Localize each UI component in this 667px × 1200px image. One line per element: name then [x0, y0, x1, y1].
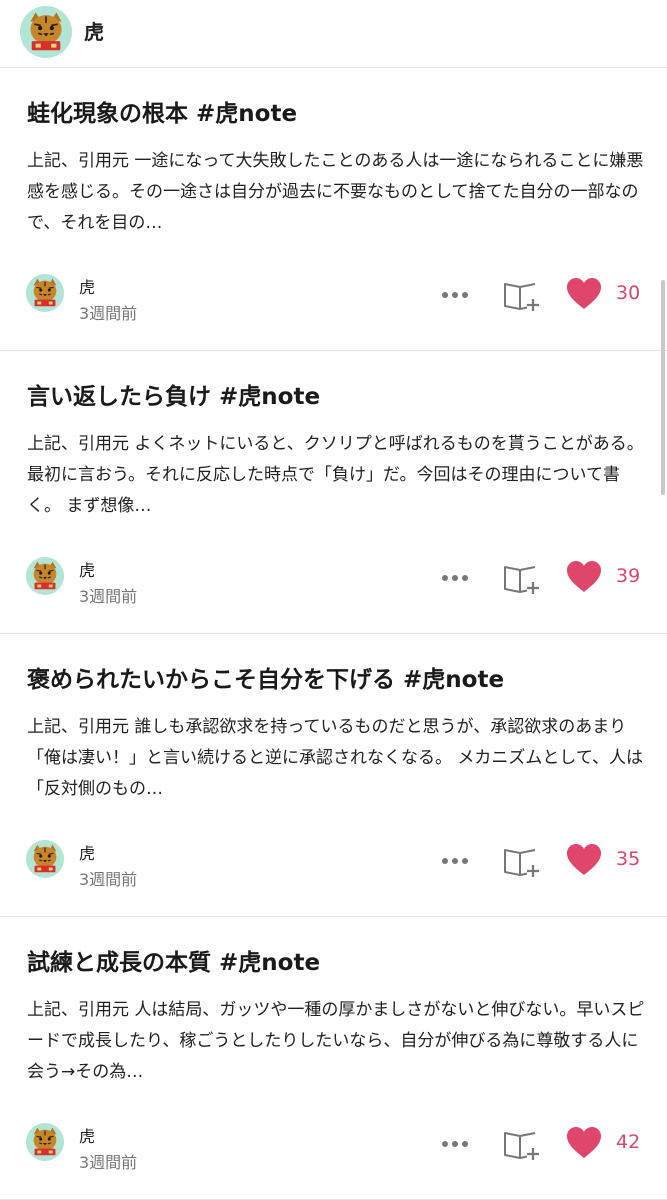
publish-time: 3週間前: [79, 304, 138, 323]
like-heart-icon[interactable]: [566, 277, 602, 311]
article-title[interactable]: 蛙化現象の根本 #虎note: [27, 94, 647, 128]
creator-header: 虎: [0, 0, 667, 68]
creator-avatar[interactable]: [20, 6, 72, 58]
author-avatar[interactable]: [26, 274, 64, 312]
author-name[interactable]: 虎: [79, 557, 95, 581]
author-avatar[interactable]: [26, 1123, 64, 1161]
add-to-magazine-icon[interactable]: [503, 562, 541, 596]
publish-time: 3週間前: [79, 870, 138, 889]
article-excerpt[interactable]: 上記、引用元 よくネットにいると、クソリプと呼ばれるものを貰うことがある。 最初…: [27, 429, 647, 522]
article-card[interactable]: 言い返したら負け #虎note 上記、引用元 よくネットにいると、クソリプと呼ば…: [0, 351, 667, 634]
author-name[interactable]: 虎: [79, 274, 95, 298]
tiger-avatar-icon: [26, 840, 64, 878]
article-footer: 虎 3週間前 42: [0, 1119, 667, 1172]
article-excerpt[interactable]: 上記、引用元 人は結局、ガッツや一種の厚かましさがないと伸びない。早いスピードで…: [27, 995, 647, 1088]
add-to-magazine-icon[interactable]: [503, 279, 541, 313]
more-options-icon[interactable]: [440, 850, 470, 872]
article-excerpt[interactable]: 上記、引用元 誰しも承認欲求を持っているものだと思うが、承認欲求のあまり「俺は凄…: [27, 712, 647, 805]
article-excerpt[interactable]: 上記、引用元 一途になって大失敗したことのある人は一途になられることに嫌悪感を感…: [27, 146, 647, 239]
author-avatar[interactable]: [26, 840, 64, 878]
author-name[interactable]: 虎: [79, 1123, 95, 1147]
like-heart-icon[interactable]: [566, 843, 602, 877]
publish-time: 3週間前: [79, 587, 138, 606]
article-footer: 虎 3週間前 35: [0, 836, 667, 889]
article-title[interactable]: 試練と成長の本質 #虎note: [27, 943, 647, 977]
like-heart-icon[interactable]: [566, 560, 602, 594]
tiger-avatar-icon: [26, 1123, 64, 1161]
article-title[interactable]: 褒められたいからこそ自分を下げる #虎note: [27, 660, 647, 694]
scrollbar-thumb[interactable]: [661, 280, 665, 495]
like-count: 42: [616, 1131, 641, 1153]
more-options-icon[interactable]: [440, 284, 470, 306]
publish-time: 3週間前: [79, 1153, 138, 1172]
add-to-magazine-icon[interactable]: [503, 1128, 541, 1162]
author-name[interactable]: 虎: [79, 840, 95, 864]
article-title[interactable]: 言い返したら負け #虎note: [27, 377, 647, 411]
add-to-magazine-icon[interactable]: [503, 845, 541, 879]
like-count: 30: [616, 282, 641, 304]
article-card[interactable]: 蛙化現象の根本 #虎note 上記、引用元 一途になって大失敗したことのある人は…: [0, 68, 667, 351]
more-options-icon[interactable]: [440, 1133, 470, 1155]
article-card[interactable]: 褒められたいからこそ自分を下げる #虎note 上記、引用元 誰しも承認欲求を持…: [0, 634, 667, 917]
tiger-avatar-icon: [26, 557, 64, 595]
more-options-icon[interactable]: [440, 567, 470, 589]
like-count: 35: [616, 848, 641, 870]
author-avatar[interactable]: [26, 557, 64, 595]
article-footer: 虎 3週間前 30: [0, 270, 667, 323]
article-card[interactable]: 試練と成長の本質 #虎note 上記、引用元 人は結局、ガッツや一種の厚かましさ…: [0, 917, 667, 1200]
like-heart-icon[interactable]: [566, 1126, 602, 1160]
like-count: 39: [616, 565, 641, 587]
article-footer: 虎 3週間前 39: [0, 553, 667, 606]
creator-name[interactable]: 虎: [84, 16, 104, 45]
tiger-avatar-icon: [26, 274, 64, 312]
tiger-avatar-icon: [20, 6, 72, 58]
article-feed: 蛙化現象の根本 #虎note 上記、引用元 一途になって大失敗したことのある人は…: [0, 68, 667, 1200]
